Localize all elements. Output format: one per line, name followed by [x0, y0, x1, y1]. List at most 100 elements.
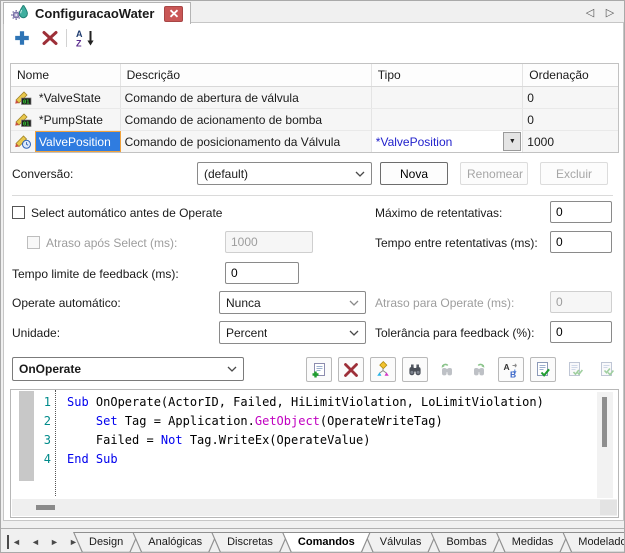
check-document-icon [594, 357, 620, 382]
sheet-tab-v-lvulas[interactable]: Válvulas [364, 532, 438, 553]
nova-button[interactable]: Nova [380, 162, 448, 185]
line-number: 3 [43, 433, 51, 447]
atraso-select-checkbox [27, 236, 40, 249]
cell-ordenacao[interactable]: 1000 [523, 131, 618, 152]
code-lines[interactable]: 1 Sub OnOperate(ActorID, Failed, HiLimitV… [11, 393, 594, 469]
chevron-down-icon [227, 366, 237, 372]
sheet-tab-bar: ◄ ◄ ► ► Design Analógicas Discretas Comando… [1, 528, 624, 553]
code-line[interactable]: 1 Sub OnOperate(ActorID, Failed, HiLimitV… [11, 393, 594, 412]
separator-line [12, 195, 613, 196]
app-browser-icon[interactable] [370, 357, 396, 382]
line-number: 1 [43, 395, 51, 409]
event-selector-combo[interactable]: OnOperate [12, 357, 244, 381]
sheet-tab-label: Bombas [446, 536, 487, 548]
check-all-scripts-icon [562, 357, 588, 382]
find-previous-icon [434, 357, 460, 382]
sheet-tab-bombas[interactable]: Bombas [430, 532, 502, 553]
sheet-tab-modelador-hidr-[interactable]: Modelador Hidrá [562, 532, 624, 553]
vertical-scrollbar[interactable] [597, 392, 613, 498]
operate-auto-combo[interactable]: Nunca [219, 291, 366, 314]
column-header-nome[interactable]: Nome [11, 64, 121, 86]
tempo-feedback-label: Tempo limite de feedback (ms): [12, 267, 179, 281]
first-page-icon[interactable]: ◄ [7, 535, 24, 549]
atraso-select-input [225, 231, 313, 253]
cell-tipo[interactable] [372, 87, 524, 108]
sheet-tab-design[interactable]: Design [73, 532, 139, 553]
delete-icon[interactable] [38, 26, 62, 50]
cell-nome[interactable]: *ValveState [35, 87, 121, 108]
sheet-tab-label: Comandos [297, 536, 355, 548]
tempo-feedback-input[interactable] [225, 262, 299, 284]
code-line[interactable]: 4 End Sub [11, 450, 594, 469]
triangle-left-icon[interactable]: ◁ [582, 4, 598, 20]
prev-page-icon[interactable]: ◄ [28, 535, 43, 549]
replace-icon[interactable]: AB [498, 357, 524, 382]
document-tab-title: ConfiguracaoWater [35, 6, 155, 21]
sheet-tab-medidas[interactable]: Medidas [496, 532, 570, 553]
sheet-tab-discretas[interactable]: Discretas [211, 532, 289, 553]
cell-descricao[interactable]: Comando de acionamento de bomba [121, 109, 372, 130]
code-line[interactable]: 3 Failed = Not Tag.WriteEx(OperateValue) [11, 431, 594, 450]
delete-script-icon[interactable] [338, 357, 364, 382]
event-selector-value: OnOperate [19, 362, 82, 376]
tolerancia-feedback-input[interactable] [550, 321, 612, 343]
find-next-icon [466, 357, 492, 382]
cell-tipo[interactable] [372, 109, 524, 130]
chevron-down-icon [349, 330, 359, 336]
next-page-icon[interactable]: ► [47, 535, 62, 549]
column-header-tipo[interactable]: Tipo [372, 64, 524, 86]
cell-descricao[interactable]: Comando de abertura de válvula [121, 87, 372, 108]
sheet-tab-label: Modelador Hidrá [578, 536, 624, 548]
grid-header: Nome Descrição Tipo Ordenação [11, 64, 618, 87]
sheet-tab-anal-gicas[interactable]: Analógicas [132, 532, 218, 553]
sheet-tab-comandos[interactable]: Comandos [282, 532, 371, 553]
toolbar-separator [66, 29, 67, 47]
scrollbar-corner [600, 500, 617, 515]
check-script-icon[interactable] [530, 357, 556, 382]
sheet-tabs: Design Analógicas Discretas Comandos Válvula… [73, 532, 624, 553]
unidade-value: Percent [226, 325, 268, 340]
column-header-ordenacao[interactable]: Ordenação [523, 64, 618, 86]
horizontal-scrollbar-thumb[interactable] [36, 505, 55, 510]
properties-grid: Nome Descrição Tipo Ordenação 01 *ValveSt… [10, 63, 619, 153]
cell-nome[interactable]: ValvePosition [34, 131, 121, 152]
table-row[interactable]: 01 *ValveState Comando de abertura de válv… [11, 87, 618, 109]
grid-rows: 01 *ValveState Comando de abertura de válv… [11, 87, 618, 152]
svg-text:01: 01 [23, 121, 30, 127]
cell-ordenacao[interactable]: 0 [523, 109, 618, 130]
sort-az-icon[interactable]: A Z [72, 26, 100, 50]
cell-descricao[interactable]: Comando de posicionamento da Válvula [121, 131, 372, 152]
tipo-dropdown-icon[interactable]: ▼ [503, 132, 522, 151]
line-number: 4 [43, 452, 51, 466]
excluir-button: Excluir [540, 162, 608, 185]
max-retentativas-label: Máximo de retentativas: [375, 206, 503, 220]
script-code-editor[interactable]: 1 Sub OnOperate(ActorID, Failed, HiLimitV… [10, 389, 619, 518]
svg-text:Z: Z [76, 39, 82, 49]
code-line[interactable]: 2 Set Tag = Application.GetObject(Operat… [11, 412, 594, 431]
chevron-down-icon [349, 300, 359, 306]
select-auto-checkbox[interactable] [12, 206, 25, 219]
close-icon[interactable] [164, 5, 184, 22]
tempo-retentativas-input[interactable] [550, 231, 612, 253]
add-icon[interactable] [10, 26, 34, 50]
column-header-descricao[interactable]: Descrição [121, 64, 372, 86]
triangle-right-icon[interactable]: ▷ [602, 4, 618, 20]
conversao-combo[interactable]: (default) [197, 162, 372, 185]
cell-ordenacao[interactable]: 0 [523, 87, 618, 108]
find-icon[interactable] [402, 357, 428, 382]
cell-nome[interactable]: *PumpState [35, 109, 121, 130]
operate-auto-label: Operate automático: [12, 296, 121, 310]
atraso-select-label: Atraso após Select (ms): [46, 236, 178, 250]
vertical-scrollbar-thumb[interactable] [602, 397, 607, 447]
table-row[interactable]: ValvePosition Comando de posicionamento d… [11, 131, 618, 152]
atraso-operate-label: Atraso para Operate (ms): [375, 296, 515, 310]
max-retentativas-input[interactable] [550, 201, 612, 223]
table-row[interactable]: 01 *PumpState Comando de acionamento de bo… [11, 109, 618, 131]
document-tab[interactable]: ConfiguracaoWater [3, 2, 192, 24]
new-script-icon[interactable] [306, 357, 332, 382]
analog-tag-icon [11, 131, 35, 152]
unidade-combo[interactable]: Percent [219, 321, 366, 344]
horizontal-scrollbar[interactable] [12, 499, 617, 516]
commands-panel: A Z Nome Descrição Tipo Ordenação 01 *Val… [3, 22, 624, 521]
cell-tipo[interactable]: *ValvePosition ▼ [371, 131, 524, 152]
